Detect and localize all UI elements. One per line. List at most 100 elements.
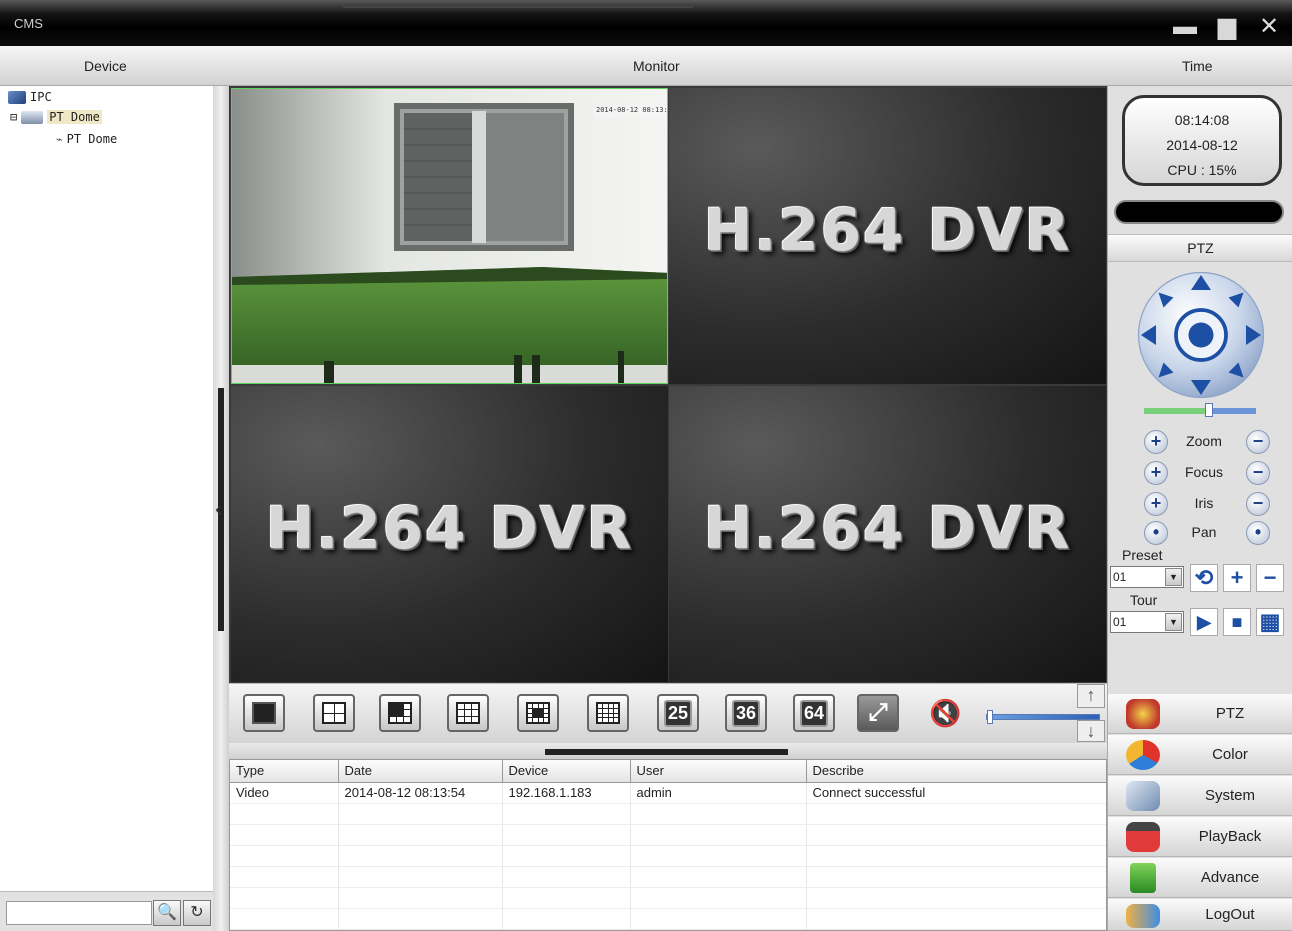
menu-logout-label: LogOut (1205, 906, 1255, 923)
window-title: CMS (14, 16, 43, 31)
scroll-down-icon[interactable]: ↓ (1077, 720, 1105, 742)
divider-grip[interactable] (545, 749, 788, 755)
ptz-speed-knob[interactable] (1204, 403, 1213, 417)
focus-minus-button[interactable]: − (1246, 461, 1270, 485)
layout-13-button[interactable] (517, 694, 559, 732)
log-divider[interactable] (229, 743, 1107, 759)
no-signal-label: H.264 DVR (265, 494, 634, 562)
menu-system[interactable]: System (1108, 776, 1292, 816)
refresh-icon[interactable]: ↻ (183, 900, 211, 926)
tree-group-label: PT Dome (47, 110, 102, 124)
log-col-describe[interactable]: Describe (806, 760, 1106, 783)
scroll-up-icon[interactable]: ↑ (1077, 684, 1105, 708)
iris-plus-button[interactable]: + (1144, 492, 1168, 516)
video-channel-1[interactable]: 2014-08-12 08:13:54 (231, 88, 668, 384)
users-icon (1126, 904, 1160, 928)
chevron-down-icon[interactable]: ▼ (1165, 613, 1182, 631)
layout-64-label: 64 (799, 699, 829, 727)
layout-64-button[interactable]: 64 (793, 694, 835, 732)
volume-slider-knob[interactable] (987, 710, 993, 724)
maximize-button[interactable]: ▆ (1214, 14, 1240, 40)
table-row[interactable]: Video 2014-08-12 08:13:54 192.168.1.183 … (230, 782, 1106, 804)
zoom-out-button[interactable]: − (1246, 430, 1270, 454)
tree-channel-pt-dome[interactable]: ⌁ PT Dome (56, 132, 117, 146)
menu-color[interactable]: Color (1108, 735, 1292, 775)
playback-icon (1126, 822, 1160, 852)
zoom-in-button[interactable]: + (1144, 430, 1168, 454)
log-col-user[interactable]: User (630, 760, 807, 783)
layout-36-button[interactable]: 36 (725, 694, 767, 732)
ptz-direction-pad[interactable] (1136, 270, 1266, 400)
tree-group-pt-dome[interactable]: ⊟ PT Dome (10, 110, 102, 124)
tour-grid-button[interactable]: ▦ (1256, 608, 1284, 636)
preset-select-value: 01 (1113, 570, 1127, 584)
pan-row: • Pan • (1144, 521, 1270, 545)
preset-add-button[interactable]: + (1223, 564, 1251, 592)
volume-slider[interactable] (986, 710, 1100, 724)
no-signal-label: H.264 DVR (703, 494, 1072, 562)
tree-root-ipc[interactable]: IPC (8, 90, 52, 104)
iris-minus-button[interactable]: − (1246, 492, 1270, 516)
log-col-device[interactable]: Device (502, 760, 631, 783)
preset-label: Preset (1122, 547, 1163, 563)
layout-toolbar: 25 36 64 ⤢ 🔇 ↑ ↓ (229, 683, 1107, 743)
layout-4-button[interactable] (313, 694, 355, 732)
clock-date: 2014-08-12 (1166, 137, 1238, 153)
video-channel-4[interactable]: H.264 DVR (669, 386, 1106, 682)
pan-right-button[interactable]: • (1246, 521, 1270, 545)
camera-osd-timestamp: 2014-08-12 08:13:54 (596, 106, 668, 114)
focus-plus-button[interactable]: + (1144, 461, 1168, 485)
ipc-icon (8, 90, 26, 104)
video-channel-3[interactable]: H.264 DVR (231, 386, 668, 682)
cms-window: CMS ▬ ▆ ✕ Device Monitor Time IPC ⊟ PT D… (0, 0, 1292, 931)
tour-select[interactable]: 01 ▼ (1110, 611, 1184, 633)
zoom-row: + Zoom − (1144, 430, 1270, 454)
log-col-date[interactable]: Date (338, 760, 503, 783)
device-tree: IPC ⊟ PT Dome ⌁ PT Dome (0, 86, 213, 891)
table-row-empty (230, 887, 1106, 909)
preset-goto-button[interactable]: ⟲ (1190, 564, 1218, 592)
log-col-type[interactable]: Type (230, 760, 339, 783)
main-menu: PTZ Color System PlayBack Advance LogOut (1108, 694, 1292, 931)
video-channel-2[interactable]: H.264 DVR (669, 88, 1106, 384)
log-cell-date: 2014-08-12 08:13:54 (338, 782, 503, 804)
menu-playback[interactable]: PlayBack (1108, 817, 1292, 857)
layout-16-button[interactable] (587, 694, 629, 732)
tree-channel-label: PT Dome (66, 132, 118, 146)
collapse-toggle-icon[interactable]: ⊟ (10, 110, 17, 124)
download-arrow-icon (1130, 863, 1156, 893)
channel-icon: ⌁ (56, 132, 63, 146)
search-icon[interactable]: 🔍 (153, 900, 181, 926)
preset-remove-button[interactable]: − (1256, 564, 1284, 592)
tour-play-button[interactable]: ▶ (1190, 608, 1218, 636)
layout-1-icon (252, 702, 276, 724)
mute-icon[interactable]: 🔇 (929, 698, 961, 729)
log-cell-type: Video (230, 782, 339, 804)
menu-logout[interactable]: LogOut (1108, 899, 1292, 931)
menu-advance[interactable]: Advance (1108, 858, 1292, 898)
preset-select[interactable]: 01 ▼ (1110, 566, 1184, 588)
device-search-input[interactable] (6, 901, 152, 925)
layout-9-button[interactable] (447, 694, 489, 732)
tour-stop-button[interactable]: ■ (1223, 608, 1251, 636)
chevron-down-icon[interactable]: ▼ (1165, 568, 1182, 586)
ptz-speed-slider[interactable] (1144, 403, 1256, 417)
layout-25-label: 25 (663, 699, 693, 727)
close-button[interactable]: ✕ (1256, 14, 1282, 40)
system-icon (1126, 781, 1160, 811)
fullscreen-icon: ⤢ (868, 699, 888, 726)
layout-6-icon (388, 702, 412, 724)
layout-25-button[interactable]: 25 (657, 694, 699, 732)
fullscreen-button[interactable]: ⤢ (857, 694, 899, 732)
minimize-button[interactable]: ▬ (1172, 14, 1198, 40)
status-bar (1114, 200, 1284, 224)
log-cell-user: admin (630, 782, 807, 804)
dome-icon (21, 110, 44, 124)
layout-1-button[interactable] (243, 694, 285, 732)
layout-6-button[interactable] (379, 694, 421, 732)
menu-system-label: System (1204, 787, 1255, 804)
collapse-left-icon[interactable]: ‹ (215, 496, 222, 522)
pan-left-button[interactable]: • (1144, 521, 1168, 545)
menu-ptz[interactable]: PTZ (1108, 694, 1292, 734)
panel-splitter[interactable]: ‹ (213, 86, 229, 931)
